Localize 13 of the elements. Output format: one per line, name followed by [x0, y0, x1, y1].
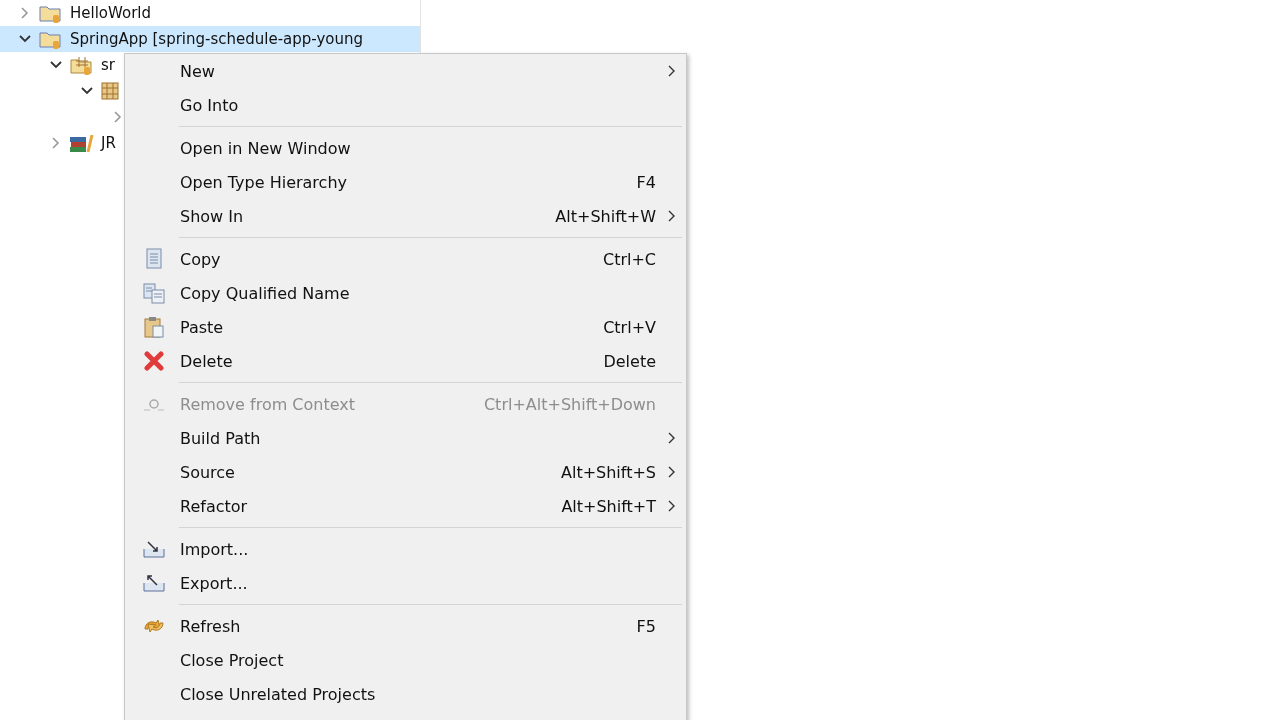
shortcut-label: Ctrl+C [602, 249, 656, 269]
tree-item-label: SpringApp [spring-schedule-app-young [70, 30, 364, 48]
shortcut-label: F5 [636, 616, 656, 636]
shortcut-label: Alt+Shift+T [561, 496, 656, 516]
shortcut-label: Ctrl+Alt+Shift+Down [483, 394, 656, 414]
tree-item-label: JR [101, 134, 116, 152]
shortcut-label: Alt+Shift+W [555, 206, 656, 226]
shortcut-label: Alt+Shift+S [561, 462, 656, 482]
shortcut-label: F4 [636, 172, 656, 192]
shortcut-label: Delete [603, 351, 656, 371]
shortcut-label: Ctrl+V [603, 317, 656, 337]
tree-item-label: sr [101, 56, 115, 74]
tree-item-label: HelloWorld [70, 4, 151, 22]
